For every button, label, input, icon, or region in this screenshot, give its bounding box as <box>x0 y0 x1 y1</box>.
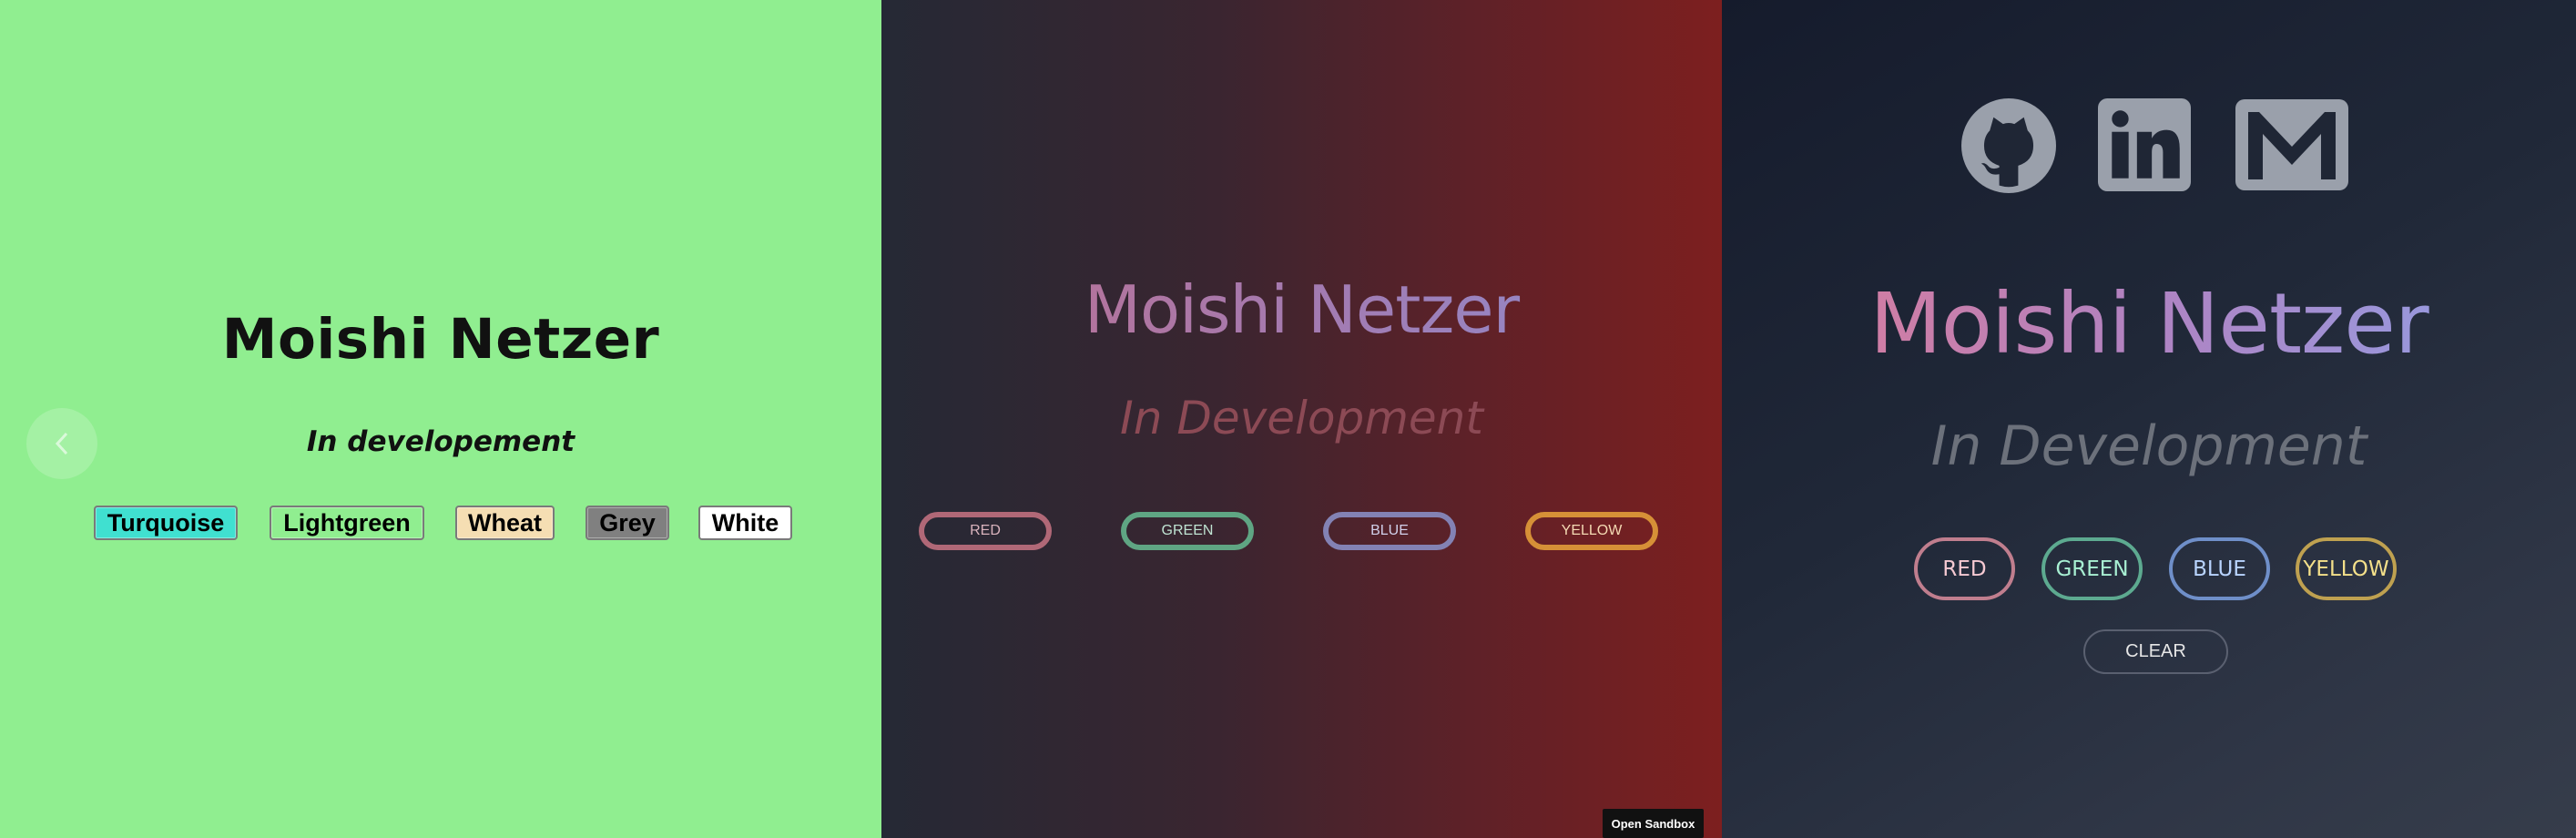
page-subtitle: In Development <box>1930 414 2367 478</box>
blue-button[interactable]: BLUE <box>1323 512 1456 550</box>
blue-button[interactable]: BLUE <box>2169 537 2270 600</box>
open-sandbox-button[interactable]: Open Sandbox <box>1603 809 1704 838</box>
green-button[interactable]: GREEN <box>1121 512 1254 550</box>
page-title: Moishi Netzer <box>881 271 1722 348</box>
panel-light-theme: Moishi Netzer In developement Turquoise … <box>0 0 881 838</box>
yellow-button[interactable]: YELLOW <box>1525 512 1658 550</box>
page-title: Moishi Netzer <box>1722 275 2576 373</box>
lightgreen-button[interactable]: Lightgreen <box>270 506 424 540</box>
red-button[interactable]: RED <box>1914 537 2015 600</box>
linkedin-icon[interactable] <box>2098 98 2191 191</box>
panel-gradient-theme: Moishi Netzer In Development RED GREEN B… <box>881 0 1722 838</box>
page-subtitle: In Development <box>1120 392 1483 445</box>
gmail-icon[interactable] <box>2235 98 2348 191</box>
github-icon[interactable] <box>1961 98 2056 193</box>
white-button[interactable]: White <box>698 506 792 540</box>
grey-button[interactable]: Grey <box>585 506 669 540</box>
panel-dark-theme: Moishi Netzer In Development RED GREEN B… <box>1722 0 2576 838</box>
turquoise-button[interactable]: Turquoise <box>94 506 238 540</box>
page-subtitle: In developement <box>306 425 575 458</box>
green-button[interactable]: GREEN <box>2041 537 2143 600</box>
clear-button[interactable]: CLEAR <box>2083 629 2228 674</box>
page-title: Moishi Netzer <box>221 307 660 372</box>
red-button[interactable]: RED <box>919 512 1052 550</box>
yellow-button[interactable]: YELLOW <box>2296 537 2397 600</box>
wheat-button[interactable]: Wheat <box>455 506 555 540</box>
